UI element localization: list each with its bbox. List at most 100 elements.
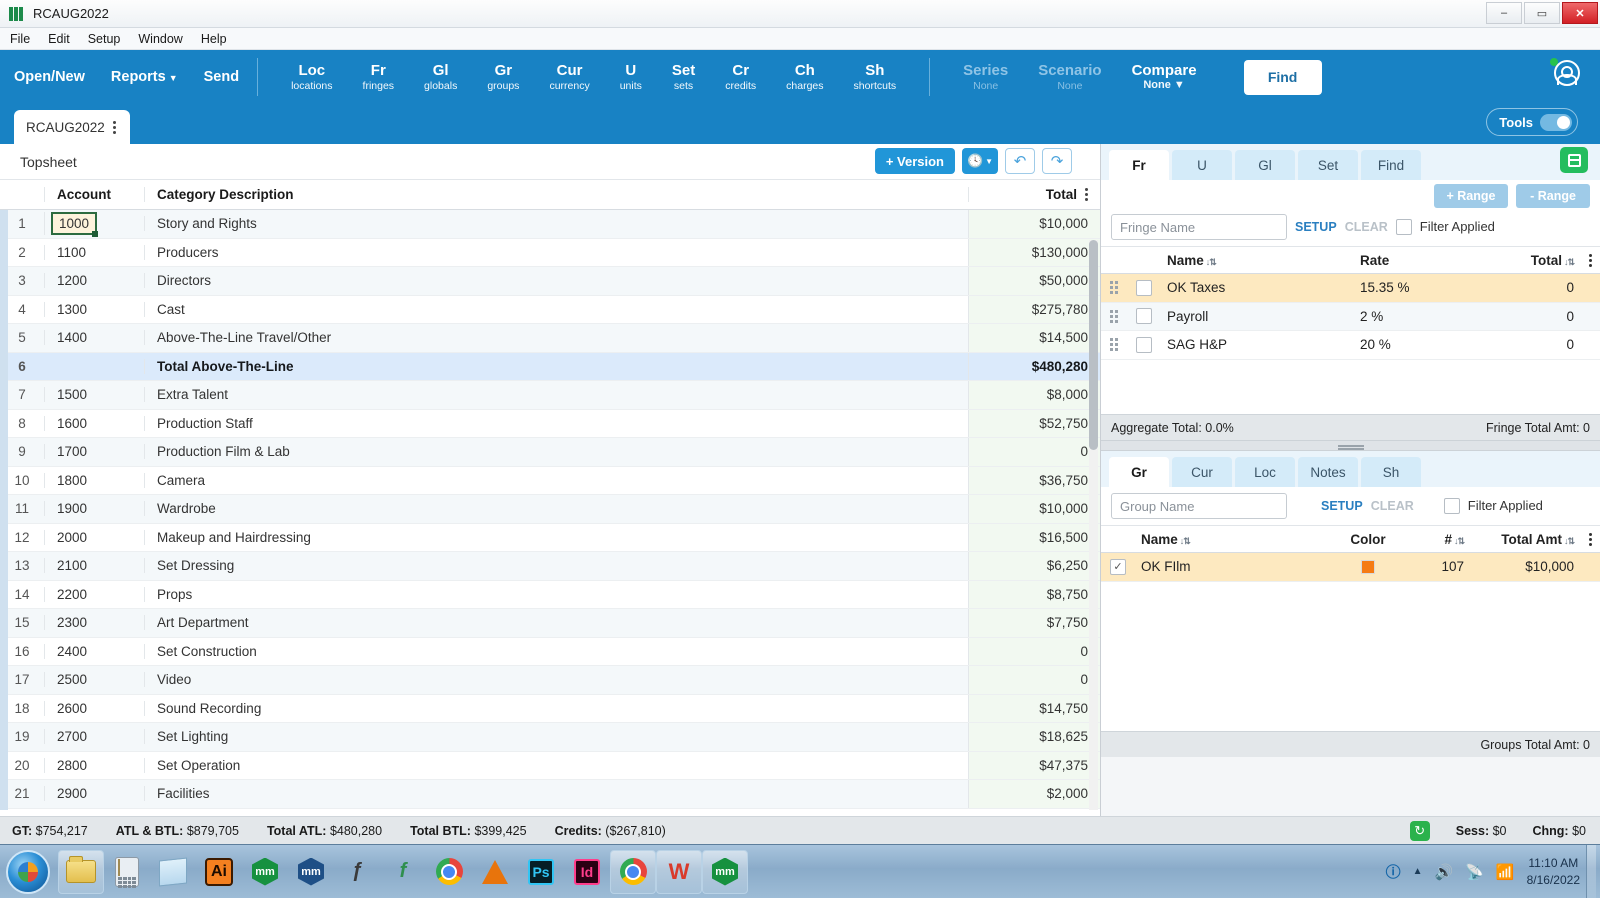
ribbon-item-units[interactable]: Uunits <box>605 62 657 91</box>
group-column-count[interactable]: # ↓⇅ <box>1404 532 1476 547</box>
help-icon[interactable]: ⓘ <box>1386 861 1401 882</box>
network-error-icon[interactable]: 📡 <box>1465 863 1484 881</box>
illustrator-icon[interactable]: Ai <box>196 850 242 894</box>
cell-description[interactable]: Total Above-The-Line <box>144 358 968 374</box>
cell-account[interactable]: 1400 <box>44 330 144 346</box>
group-column-color[interactable]: Color <box>1332 532 1404 547</box>
vlc-icon[interactable] <box>472 850 518 894</box>
cell-description[interactable]: Cast <box>144 301 968 317</box>
ribbon-item-locations[interactable]: Loc locations <box>276 62 347 91</box>
cell-total[interactable]: $47,375 <box>968 751 1100 779</box>
ribbon-item-globals[interactable]: Gl globals <box>409 62 472 91</box>
cell-total[interactable]: $130,000 <box>968 238 1100 266</box>
calculator-icon[interactable] <box>104 850 150 894</box>
ribbon-item-scenario[interactable]: Scenario None <box>1023 62 1116 91</box>
cell-total[interactable]: $50,000 <box>968 267 1100 295</box>
fringe-column-name[interactable]: Name ↓⇅ <box>1161 253 1360 268</box>
cell-total[interactable]: $275,780 <box>968 295 1100 323</box>
photoshop-icon[interactable]: Ps <box>518 850 564 894</box>
fringe-column-options-kebab-icon[interactable] <box>1589 253 1592 267</box>
cell-account[interactable]: 1300 <box>44 301 144 317</box>
tab-find[interactable]: Find <box>1361 150 1421 180</box>
ribbon-item-fringes[interactable]: Fr fringes <box>348 62 410 91</box>
group-clear-link[interactable]: CLEAR <box>1371 499 1414 513</box>
table-row[interactable]: 2 1100 Producers $130,000 <box>0 238 1100 267</box>
group-color-swatch[interactable] <box>1332 559 1404 574</box>
document-tab-rcaug2022[interactable]: RCAUG2022 <box>14 110 130 144</box>
cell-account[interactable]: 1600 <box>44 415 144 431</box>
undo-button[interactable]: ↶ <box>1005 148 1035 174</box>
show-hidden-icons-icon[interactable]: ▲ <box>1413 866 1423 877</box>
panel-splitter-handle[interactable] <box>1101 440 1600 451</box>
tab-units[interactable]: U <box>1172 150 1232 180</box>
cell-description[interactable]: Set Lighting <box>144 729 968 745</box>
cell-account[interactable]: 2700 <box>44 729 144 745</box>
notepad-icon[interactable] <box>150 850 196 894</box>
cell-account[interactable]: 2200 <box>44 586 144 602</box>
ribbon-item-currency[interactable]: Cur currency <box>534 62 604 91</box>
table-row[interactable]: 4 1300 Cast $275,780 <box>0 295 1100 324</box>
movie-magic-blue-icon[interactable]: mm <box>288 850 334 894</box>
cell-description[interactable]: Makeup and Hairdressing <box>144 529 968 545</box>
table-row[interactable]: 20 2800 Set Operation $47,375 <box>0 751 1100 780</box>
cell-description[interactable]: Set Dressing <box>144 558 968 574</box>
ribbon-item-series[interactable]: Series None <box>948 62 1023 91</box>
tab-sets[interactable]: Set <box>1298 150 1358 180</box>
cell-account[interactable]: 1700 <box>44 444 144 460</box>
tab-notes[interactable]: Notes <box>1298 457 1358 487</box>
fringe-column-rate[interactable]: Rate <box>1360 253 1488 268</box>
group-filter-applied-checkbox[interactable] <box>1443 498 1460 514</box>
table-row[interactable]: 3 1200 Directors $50,000 <box>0 267 1100 296</box>
group-setup-link[interactable]: SETUP <box>1321 499 1363 513</box>
menu-item-file[interactable]: File <box>10 32 30 46</box>
fringe-row-checkbox[interactable] <box>1127 279 1161 296</box>
refresh-icon[interactable]: ↻ <box>1409 820 1430 841</box>
grid-vertical-scrollbar[interactable] <box>1089 240 1098 810</box>
table-row[interactable]: 21 2900 Facilities $2,000 <box>0 780 1100 809</box>
ribbon-item-charges[interactable]: Ch charges <box>771 62 838 91</box>
fringe-rate[interactable]: 15.35 % <box>1360 280 1488 295</box>
cell-description[interactable]: Video <box>144 672 968 688</box>
table-row[interactable]: 6 Total Above-The-Line $480,280 <box>0 352 1100 381</box>
cell-account[interactable]: 2900 <box>44 786 144 802</box>
cell-total[interactable]: $18,625 <box>968 723 1100 751</box>
fringe-name-input[interactable]: Fringe Name <box>1111 214 1287 240</box>
menu-item-edit[interactable]: Edit <box>48 32 70 46</box>
cell-description[interactable]: Production Staff <box>144 415 968 431</box>
cell-description[interactable]: Facilities <box>144 786 968 802</box>
cell-account[interactable]: 1800 <box>44 472 144 488</box>
fringe-rate[interactable]: 2 % <box>1360 309 1488 324</box>
ribbon-item-compare[interactable]: Compare None ▼ <box>1117 62 1212 92</box>
cell-account[interactable]: 2800 <box>44 757 144 773</box>
ribbon-item-shortcuts[interactable]: Sh shortcuts <box>839 62 912 91</box>
cell-account[interactable]: 2000 <box>44 529 144 545</box>
fontographer-icon[interactable]: f <box>380 850 426 894</box>
table-row[interactable]: 17 2500 Video 0 <box>0 666 1100 695</box>
table-row[interactable]: 14 2200 Props $8,750 <box>0 580 1100 609</box>
chrome-window-icon[interactable] <box>610 849 656 894</box>
fringe-filter-applied-checkbox[interactable] <box>1395 219 1412 235</box>
tab-options-kebab-icon[interactable] <box>112 120 116 134</box>
cell-total[interactable]: $14,750 <box>968 694 1100 722</box>
group-row[interactable]: ✓ OK FIlm 107 $10,000 <box>1101 553 1600 582</box>
tab-locations[interactable]: Loc <box>1235 457 1295 487</box>
table-row[interactable]: 8 1600 Production Staff $52,750 <box>0 409 1100 438</box>
cell-total[interactable]: $8,750 <box>968 580 1100 608</box>
add-version-button[interactable]: + Version <box>874 148 955 174</box>
file-explorer-icon[interactable] <box>58 849 104 894</box>
selected-cell[interactable]: 1000 <box>51 212 99 238</box>
movie-magic-icon[interactable]: mm <box>242 850 288 894</box>
cell-description[interactable]: Camera <box>144 472 968 488</box>
cell-account[interactable]: 2100 <box>44 558 144 574</box>
ribbon-item-sets[interactable]: Set sets <box>657 62 710 91</box>
table-row[interactable]: 5 1400 Above-The-Line Travel/Other $14,500 <box>0 324 1100 353</box>
wps-office-icon[interactable]: W <box>656 849 702 894</box>
tools-toggle[interactable]: Tools <box>1486 108 1578 136</box>
column-header-total[interactable]: Total <box>968 187 1100 202</box>
cell-description[interactable]: Extra Talent <box>144 387 968 403</box>
cell-account[interactable]: 2600 <box>44 700 144 716</box>
table-row[interactable]: 18 2600 Sound Recording $14,750 <box>0 694 1100 723</box>
cell-total[interactable]: $14,500 <box>968 324 1100 352</box>
cell-description[interactable]: Above-The-Line Travel/Other <box>144 330 968 346</box>
drag-handle-icon[interactable] <box>1101 281 1127 295</box>
